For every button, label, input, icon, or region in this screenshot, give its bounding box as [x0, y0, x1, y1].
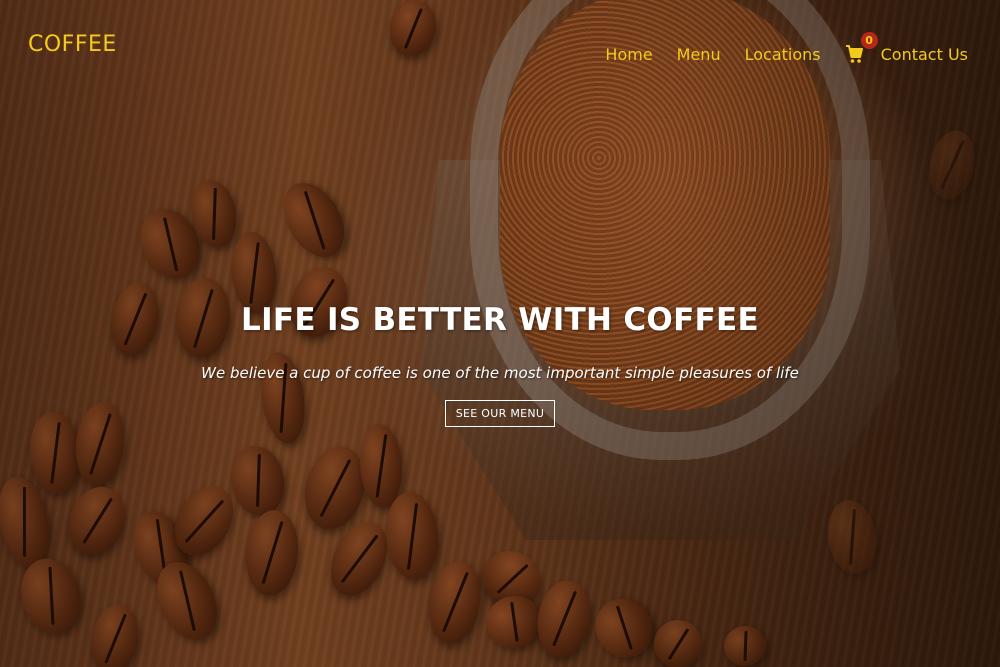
see-our-menu-button[interactable]: SEE OUR MENU: [444, 400, 556, 427]
hero-content: LIFE IS BETTER WITH COFFEE We believe a …: [0, 302, 1000, 427]
nav-locations-link[interactable]: Locations: [745, 45, 821, 64]
cart-count-badge: 0: [860, 32, 878, 49]
shopping-cart-icon[interactable]: 0: [845, 32, 878, 64]
nav-home-link[interactable]: Home: [605, 45, 652, 64]
nav-menu-link[interactable]: Menu: [677, 45, 721, 64]
hero-subtitle: We believe a cup of coffee is one of the…: [201, 364, 799, 382]
hero-title: LIFE IS BETTER WITH COFFEE: [241, 302, 759, 338]
main-nav: Home Menu Locations 0 Contact Us: [605, 32, 968, 64]
brand-logo[interactable]: COFFEE: [28, 32, 117, 57]
nav-contact-link[interactable]: Contact Us: [881, 45, 968, 64]
hero-section: COFFEE Home Menu Locations 0 Contact Us …: [0, 0, 1000, 667]
